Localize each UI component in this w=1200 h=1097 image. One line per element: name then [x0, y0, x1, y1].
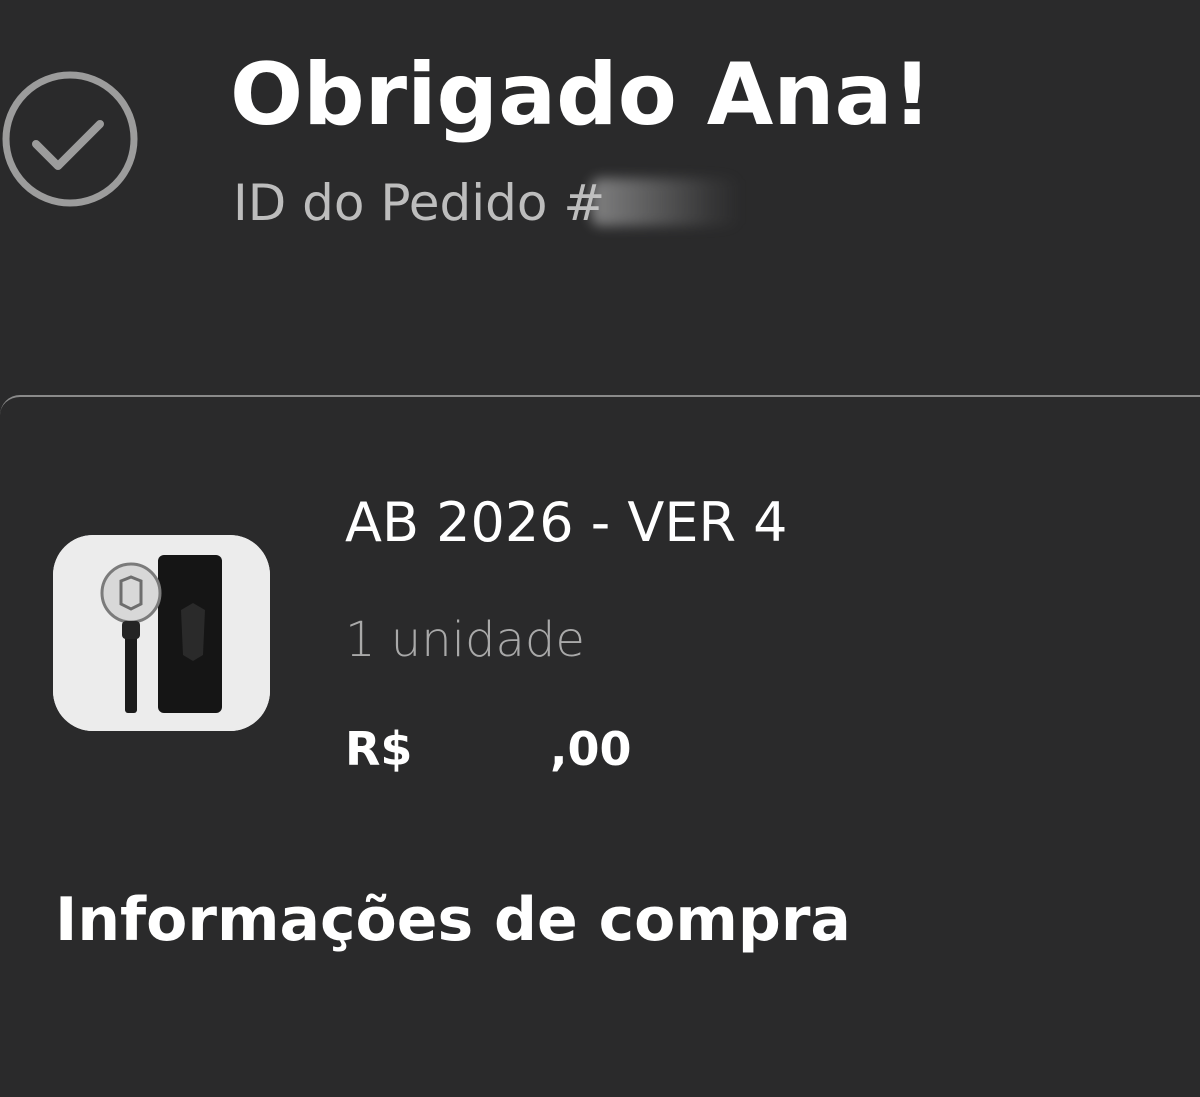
product-name: AB 2026 - VER 4: [345, 491, 788, 554]
product-quantity: 1 unidade: [345, 612, 585, 668]
product-thumbnail[interactable]: [53, 535, 270, 731]
price-currency: R$: [345, 722, 413, 776]
order-id-label: ID do Pedido #: [233, 174, 606, 232]
order-id-redaction: [591, 178, 742, 226]
check-circle-icon: [0, 66, 140, 212]
page-title: Obrigado Ana!: [230, 45, 932, 145]
lightstick-product-image: [53, 535, 270, 731]
purchase-info-title: Informações de compra: [55, 885, 851, 955]
price-visible-fragment: ,00: [550, 722, 632, 776]
order-id: ID do Pedido #: [233, 174, 742, 232]
